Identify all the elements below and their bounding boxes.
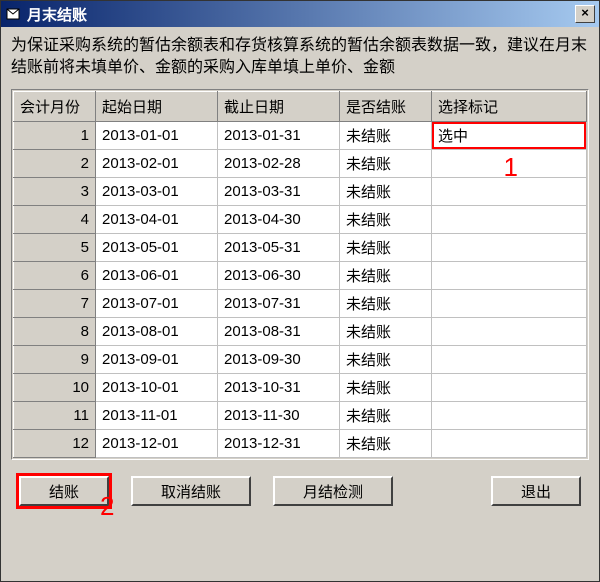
window-title: 月末结账	[27, 4, 575, 25]
instruction-text: 为保证采购系统的暂估余额表和存货核算系统的暂估余额表数据一致，建议在月末结账前将…	[11, 35, 589, 79]
data-grid: 会计月份 起始日期 截止日期 是否结账 选择标记 12013-01-012013…	[11, 89, 589, 460]
cell-month[interactable]: 7	[14, 290, 96, 318]
table-row[interactable]: 112013-11-012013-11-30未结账	[14, 402, 587, 430]
cell-month[interactable]: 1	[14, 122, 96, 150]
app-icon	[5, 6, 21, 22]
cell-select[interactable]: 选中	[432, 122, 587, 150]
cell-start[interactable]: 2013-12-01	[96, 430, 218, 458]
cell-end[interactable]: 2013-11-30	[218, 402, 340, 430]
cell-select[interactable]	[432, 234, 587, 262]
cell-end[interactable]: 2013-07-31	[218, 290, 340, 318]
header-row: 会计月份 起始日期 截止日期 是否结账 选择标记	[14, 92, 587, 122]
cell-month[interactable]: 2	[14, 150, 96, 178]
cell-end[interactable]: 2013-04-30	[218, 206, 340, 234]
cell-end[interactable]: 2013-12-31	[218, 430, 340, 458]
cell-end[interactable]: 2013-09-30	[218, 346, 340, 374]
cell-start[interactable]: 2013-05-01	[96, 234, 218, 262]
table-row[interactable]: 102013-10-012013-10-31未结账	[14, 374, 587, 402]
cell-select[interactable]	[432, 402, 587, 430]
exit-button[interactable]: 退出	[491, 476, 581, 506]
cell-start[interactable]: 2013-11-01	[96, 402, 218, 430]
cell-start[interactable]: 2013-03-01	[96, 178, 218, 206]
dialog-window: 月末结账 × 为保证采购系统的暂估余额表和存货核算系统的暂估余额表数据一致，建议…	[0, 0, 600, 582]
cell-start[interactable]: 2013-06-01	[96, 262, 218, 290]
col-start[interactable]: 起始日期	[96, 92, 218, 122]
cancel-close-button[interactable]: 取消结账	[131, 476, 251, 506]
cell-month[interactable]: 3	[14, 178, 96, 206]
table-row[interactable]: 42013-04-012013-04-30未结账	[14, 206, 587, 234]
cell-select[interactable]	[432, 290, 587, 318]
cell-status[interactable]: 未结账	[340, 374, 432, 402]
cell-end[interactable]: 2013-06-30	[218, 262, 340, 290]
cell-status[interactable]: 未结账	[340, 234, 432, 262]
table-row[interactable]: 92013-09-012013-09-30未结账	[14, 346, 587, 374]
cell-start[interactable]: 2013-04-01	[96, 206, 218, 234]
cell-status[interactable]: 未结账	[340, 402, 432, 430]
content-area: 为保证采购系统的暂估余额表和存货核算系统的暂估余额表数据一致，建议在月末结账前将…	[1, 27, 599, 581]
cell-month[interactable]: 11	[14, 402, 96, 430]
cell-status[interactable]: 未结账	[340, 262, 432, 290]
cell-select[interactable]	[432, 318, 587, 346]
cell-start[interactable]: 2013-01-01	[96, 122, 218, 150]
table-row[interactable]: 82013-08-012013-08-31未结账	[14, 318, 587, 346]
cell-status[interactable]: 未结账	[340, 206, 432, 234]
table-row[interactable]: 22013-02-012013-02-28未结账	[14, 150, 587, 178]
cell-month[interactable]: 6	[14, 262, 96, 290]
cell-start[interactable]: 2013-10-01	[96, 374, 218, 402]
table-row[interactable]: 12013-01-012013-01-31未结账选中	[14, 122, 587, 150]
cell-status[interactable]: 未结账	[340, 318, 432, 346]
cell-end[interactable]: 2013-05-31	[218, 234, 340, 262]
col-status[interactable]: 是否结账	[340, 92, 432, 122]
cell-end[interactable]: 2013-01-31	[218, 122, 340, 150]
cell-status[interactable]: 未结账	[340, 150, 432, 178]
col-end[interactable]: 截止日期	[218, 92, 340, 122]
cell-select[interactable]	[432, 150, 587, 178]
close-icon[interactable]: ×	[575, 5, 595, 23]
button-row: 结账 取消结账 月结检测 退出	[11, 472, 589, 516]
table-row[interactable]: 32013-03-012013-03-31未结账	[14, 178, 587, 206]
cell-start[interactable]: 2013-07-01	[96, 290, 218, 318]
cell-month[interactable]: 10	[14, 374, 96, 402]
col-select[interactable]: 选择标记	[432, 92, 587, 122]
col-month[interactable]: 会计月份	[14, 92, 96, 122]
cell-month[interactable]: 12	[14, 430, 96, 458]
table-row[interactable]: 62013-06-012013-06-30未结账	[14, 262, 587, 290]
cell-start[interactable]: 2013-09-01	[96, 346, 218, 374]
cell-status[interactable]: 未结账	[340, 290, 432, 318]
cell-start[interactable]: 2013-08-01	[96, 318, 218, 346]
cell-month[interactable]: 5	[14, 234, 96, 262]
cell-select[interactable]	[432, 374, 587, 402]
cell-month[interactable]: 8	[14, 318, 96, 346]
cell-status[interactable]: 未结账	[340, 178, 432, 206]
table-row[interactable]: 122013-12-012013-12-31未结账	[14, 430, 587, 458]
table-row[interactable]: 52013-05-012013-05-31未结账	[14, 234, 587, 262]
cell-end[interactable]: 2013-08-31	[218, 318, 340, 346]
table-row[interactable]: 72013-07-012013-07-31未结账	[14, 290, 587, 318]
cell-end[interactable]: 2013-02-28	[218, 150, 340, 178]
cell-status[interactable]: 未结账	[340, 122, 432, 150]
month-check-button[interactable]: 月结检测	[273, 476, 393, 506]
cell-select[interactable]	[432, 206, 587, 234]
close-account-button[interactable]: 结账	[19, 476, 109, 506]
cell-month[interactable]: 9	[14, 346, 96, 374]
cell-end[interactable]: 2013-03-31	[218, 178, 340, 206]
cell-start[interactable]: 2013-02-01	[96, 150, 218, 178]
cell-status[interactable]: 未结账	[340, 346, 432, 374]
cell-select[interactable]	[432, 178, 587, 206]
cell-select[interactable]	[432, 346, 587, 374]
titlebar: 月末结账 ×	[1, 1, 599, 27]
cell-end[interactable]: 2013-10-31	[218, 374, 340, 402]
cell-month[interactable]: 4	[14, 206, 96, 234]
cell-select[interactable]	[432, 430, 587, 458]
cell-select[interactable]	[432, 262, 587, 290]
cell-status[interactable]: 未结账	[340, 430, 432, 458]
